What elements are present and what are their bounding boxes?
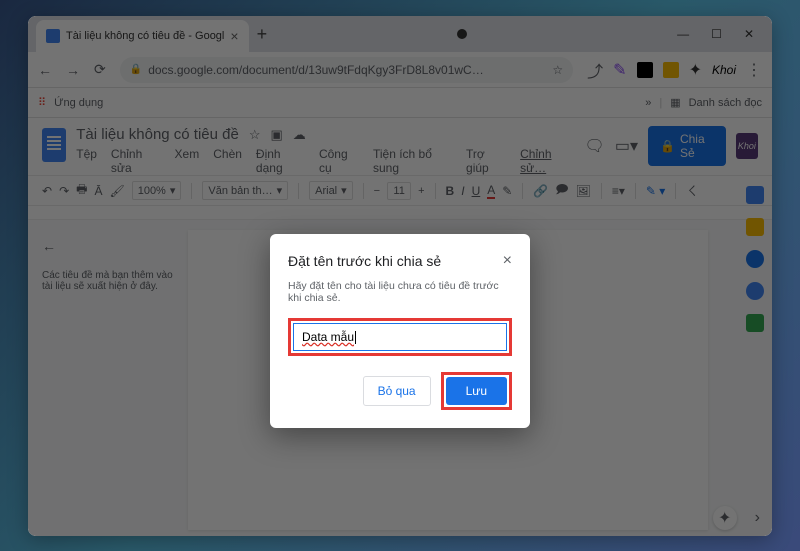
- dialog-title: Đặt tên trước khi chia sẻ: [288, 253, 441, 269]
- browser-window: Tài liệu không có tiêu đề - Googl × + — …: [28, 16, 772, 536]
- dialog-description: Hãy đặt tên cho tài liệu chưa có tiêu đề…: [288, 280, 512, 304]
- save-button[interactable]: Lưu: [446, 377, 507, 405]
- document-name-input[interactable]: Data mẫu: [293, 323, 507, 351]
- input-highlight-annotation: Data mẫu: [288, 318, 512, 356]
- skip-button[interactable]: Bỏ qua: [363, 376, 431, 406]
- dialog-close-icon[interactable]: ×: [503, 252, 512, 270]
- rename-dialog: Đặt tên trước khi chia sẻ × Hãy đặt tên …: [270, 234, 530, 428]
- save-highlight-annotation: Lưu: [441, 372, 512, 410]
